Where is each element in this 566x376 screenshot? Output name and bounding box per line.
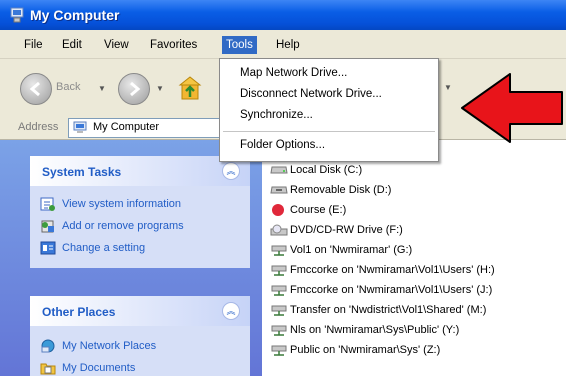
computer-icon: [10, 7, 24, 23]
documents-folder-icon: [40, 363, 56, 375]
menu-tools[interactable]: Tools: [222, 36, 257, 54]
red-arrow-icon: [461, 73, 563, 143]
menu-edit[interactable]: Edit: [58, 36, 86, 54]
network-drive-icon: [271, 265, 287, 276]
forward-dropdown-icon[interactable]: ▼: [156, 84, 164, 93]
course-drive-icon: [272, 204, 284, 216]
menu-help[interactable]: Help: [272, 36, 304, 54]
address-label: Address: [18, 121, 59, 133]
place-label: My Documents: [62, 362, 136, 374]
dvd-drive-icon: [270, 224, 288, 236]
views-dropdown-icon[interactable]: ▼: [444, 83, 452, 92]
system-tasks-panel: System Tasks ︽ View system information A…: [30, 156, 250, 268]
title-bar[interactable]: My Computer: [0, 0, 566, 30]
system-tasks-header[interactable]: System Tasks ︽: [30, 156, 250, 186]
window-title: My Computer: [30, 7, 120, 23]
my-computer-window: My Computer File Edit View Favorites Too…: [0, 0, 566, 376]
menu-file[interactable]: File: [20, 36, 47, 54]
network-drive-icon: [271, 305, 287, 316]
collapse-icon[interactable]: ︽: [222, 302, 240, 320]
network-drive-icon: [271, 245, 287, 256]
drive-label: Course (E:): [290, 204, 347, 216]
drive-label: Local Disk (C:): [290, 164, 363, 176]
task-label: Change a setting: [62, 242, 146, 254]
add-remove-programs-icon: [41, 220, 54, 233]
back-button[interactable]: [20, 73, 52, 105]
menu-bar: File Edit View Favorites Tools Help: [0, 32, 566, 59]
control-panel-icon: [40, 241, 56, 255]
drive-label: Fmccorke on 'Nwmiramar\Vol1\Users' (J:): [290, 284, 493, 296]
synchronize-item[interactable]: Synchronize...: [240, 109, 313, 121]
back-dropdown-icon[interactable]: ▼: [98, 84, 106, 93]
drive-label: Fmccorke on 'Nwmiramar\Vol1\Users' (H:): [290, 264, 495, 276]
task-pane: System Tasks ︽ View system information A…: [0, 140, 262, 376]
network-drive-icon: [271, 325, 287, 336]
drive-label: Vol1 on 'Nwmiramar' (G:): [290, 244, 413, 256]
back-arrow-icon: [29, 81, 40, 97]
system-tasks-title: System Tasks: [42, 165, 122, 179]
up-folder-icon[interactable]: [178, 75, 202, 101]
drives-list: Local Disk (C:) Removable Disk (D:) Cour…: [262, 140, 566, 376]
forward-arrow-icon: [130, 81, 141, 97]
forward-button[interactable]: [118, 73, 150, 105]
network-drive-icon: [271, 345, 287, 356]
folder-options-item[interactable]: Folder Options...: [240, 139, 325, 151]
drive-label: Nls on 'Nwmiramar\Sys\Public' (Y:): [290, 324, 460, 336]
other-places-title: Other Places: [42, 305, 116, 319]
map-network-drive-item[interactable]: Map Network Drive...: [240, 67, 347, 79]
computer-icon: [73, 121, 87, 133]
address-value: My Computer: [93, 121, 160, 133]
menu-favorites[interactable]: Favorites: [146, 36, 201, 54]
disconnect-network-drive-item[interactable]: Disconnect Network Drive...: [240, 88, 382, 100]
system-info-icon: [40, 197, 55, 211]
removable-disk-icon: [270, 186, 288, 194]
tools-menu: Map Network Drive... Disconnect Network …: [219, 58, 439, 162]
task-label: View system information: [62, 198, 182, 210]
drive-label: Public on 'Nwmiramar\Sys' (Z:): [290, 344, 441, 356]
hard-disk-icon: [270, 166, 288, 174]
other-places-panel: Other Places ︽ My Network Places My Docu…: [30, 296, 250, 376]
drive-label: Transfer on 'Nwdistrict\Vol1\Shared' (M:…: [290, 304, 487, 316]
collapse-icon[interactable]: ︽: [222, 162, 240, 180]
drive-label: Removable Disk (D:): [290, 184, 392, 196]
drive-label: DVD/CD-RW Drive (F:): [290, 224, 403, 236]
network-drive-icon: [271, 285, 287, 296]
menu-separator: [223, 131, 435, 132]
other-places-header[interactable]: Other Places ︽: [30, 296, 250, 326]
menu-view[interactable]: View: [100, 36, 133, 54]
network-places-icon: [41, 339, 55, 353]
place-label: My Network Places: [62, 340, 157, 352]
back-label[interactable]: Back: [56, 81, 80, 93]
task-label: Add or remove programs: [62, 220, 184, 232]
